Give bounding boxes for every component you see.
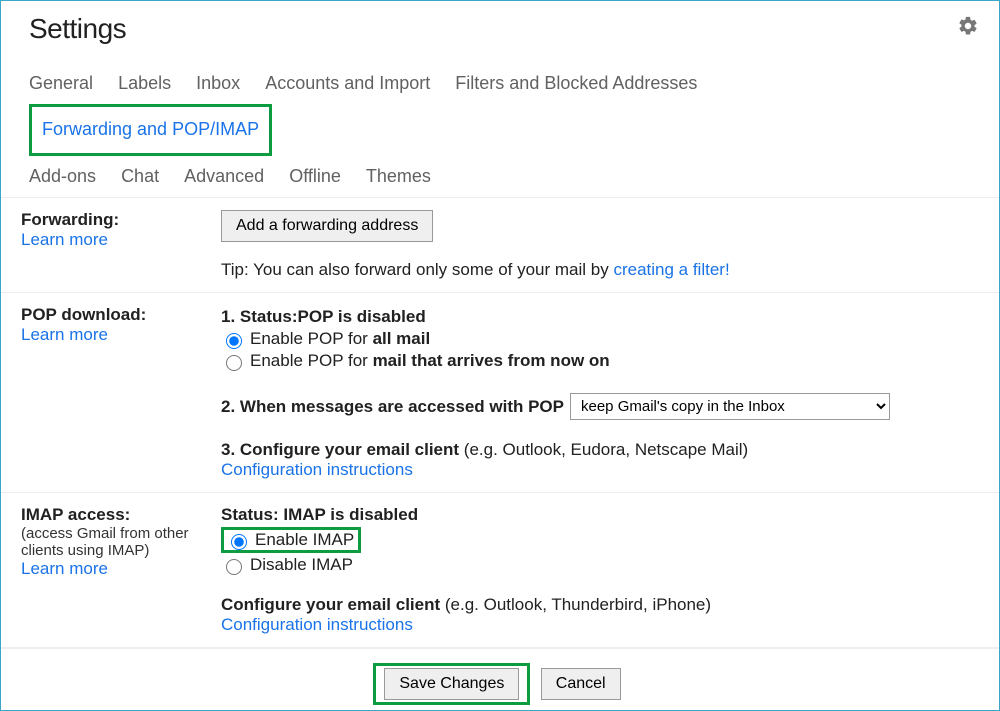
tab-general[interactable]: General bbox=[29, 63, 93, 104]
create-filter-link[interactable]: creating a filter! bbox=[613, 260, 729, 279]
cancel-button[interactable]: Cancel bbox=[541, 668, 621, 700]
pop-learn-more-link[interactable]: Learn more bbox=[21, 325, 221, 345]
pop-enable-all-option[interactable]: Enable POP for all mail bbox=[221, 329, 979, 349]
forwarding-learn-more-link[interactable]: Learn more bbox=[21, 230, 221, 250]
pop-enable-new-option[interactable]: Enable POP for mail that arrives from no… bbox=[221, 351, 979, 371]
tab-labels[interactable]: Labels bbox=[118, 63, 171, 104]
forwarding-heading: Forwarding: bbox=[21, 210, 221, 230]
section-imap: IMAP access: (access Gmail from other cl… bbox=[1, 493, 999, 648]
imap-disable-radio[interactable] bbox=[226, 559, 242, 575]
imap-status-line: Status: IMAP is disabled bbox=[221, 505, 979, 525]
pop-access-line: 2. When messages are accessed with POP k… bbox=[221, 393, 979, 420]
pop-status-line: 1. Status: POP is disabled bbox=[221, 307, 979, 327]
imap-disable-option[interactable]: Disable IMAP bbox=[221, 555, 979, 575]
pop-config-instructions-link[interactable]: Configuration instructions bbox=[221, 460, 979, 480]
tab-filters[interactable]: Filters and Blocked Addresses bbox=[455, 63, 697, 104]
pop-enable-new-radio[interactable] bbox=[226, 355, 242, 371]
imap-heading: IMAP access: bbox=[21, 505, 221, 525]
tab-chat[interactable]: Chat bbox=[121, 156, 159, 197]
settings-tabs: General Labels Inbox Accounts and Import… bbox=[1, 63, 999, 197]
tab-themes[interactable]: Themes bbox=[366, 156, 431, 197]
forwarding-tip: Tip: You can also forward only some of y… bbox=[221, 260, 979, 280]
save-changes-button[interactable]: Save Changes bbox=[384, 668, 519, 700]
footer: Save Changes Cancel bbox=[1, 648, 999, 711]
tab-accounts[interactable]: Accounts and Import bbox=[265, 63, 430, 104]
page-title: Settings bbox=[29, 13, 971, 45]
tab-addons[interactable]: Add-ons bbox=[29, 156, 96, 197]
tab-forwarding-pop-imap[interactable]: Forwarding and POP/IMAP bbox=[29, 104, 272, 155]
section-pop: POP download: Learn more 1. Status: POP … bbox=[1, 293, 999, 493]
tab-offline[interactable]: Offline bbox=[289, 156, 341, 197]
section-forwarding: Forwarding: Learn more Add a forwarding … bbox=[1, 198, 999, 293]
add-forwarding-address-button[interactable]: Add a forwarding address bbox=[221, 210, 433, 242]
imap-config-instructions-link[interactable]: Configuration instructions bbox=[221, 615, 979, 635]
imap-configure-line: Configure your email client (e.g. Outloo… bbox=[221, 595, 979, 615]
imap-enable-label[interactable]: Enable IMAP bbox=[255, 530, 354, 550]
tab-advanced[interactable]: Advanced bbox=[184, 156, 264, 197]
gear-icon[interactable] bbox=[957, 15, 979, 42]
pop-action-select[interactable]: keep Gmail's copy in the Inbox bbox=[570, 393, 890, 420]
tab-inbox[interactable]: Inbox bbox=[196, 63, 240, 104]
forwarding-tip-text: Tip: You can also forward only some of y… bbox=[221, 260, 613, 279]
imap-subheading: (access Gmail from other clients using I… bbox=[21, 525, 221, 559]
pop-enable-all-radio[interactable] bbox=[226, 333, 242, 349]
imap-learn-more-link[interactable]: Learn more bbox=[21, 559, 221, 579]
pop-heading: POP download: bbox=[21, 305, 221, 325]
pop-configure-line: 3. Configure your email client (e.g. Out… bbox=[221, 440, 979, 460]
imap-enable-radio[interactable] bbox=[231, 534, 247, 550]
